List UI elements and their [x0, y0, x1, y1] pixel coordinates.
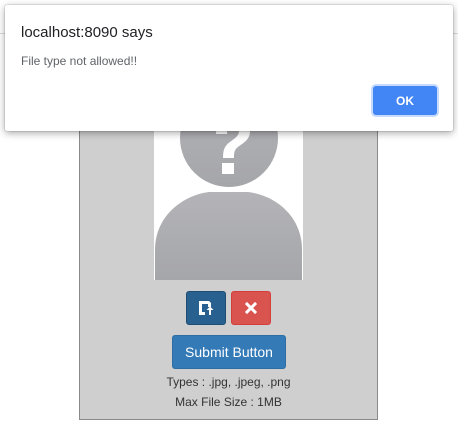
page: Submit Button Types : .jpg, .jpeg, .png … [0, 0, 458, 428]
dialog-message: File type not allowed!! [21, 54, 138, 68]
remove-button[interactable] [231, 291, 271, 325]
close-icon [245, 302, 257, 314]
max-size-text: Max File Size : 1MB [175, 395, 282, 409]
image-action-buttons [186, 291, 271, 325]
ok-button[interactable]: OK [373, 86, 437, 115]
alert-dialog: localhost:8090 says File type not allowe… [5, 5, 453, 131]
allowed-types-text: Types : .jpg, .jpeg, .png [166, 375, 291, 389]
dialog-title: localhost:8090 says [21, 24, 153, 41]
upload-button[interactable] [186, 291, 226, 325]
submit-button[interactable]: Submit Button [172, 335, 286, 369]
upload-icon [199, 301, 214, 315]
